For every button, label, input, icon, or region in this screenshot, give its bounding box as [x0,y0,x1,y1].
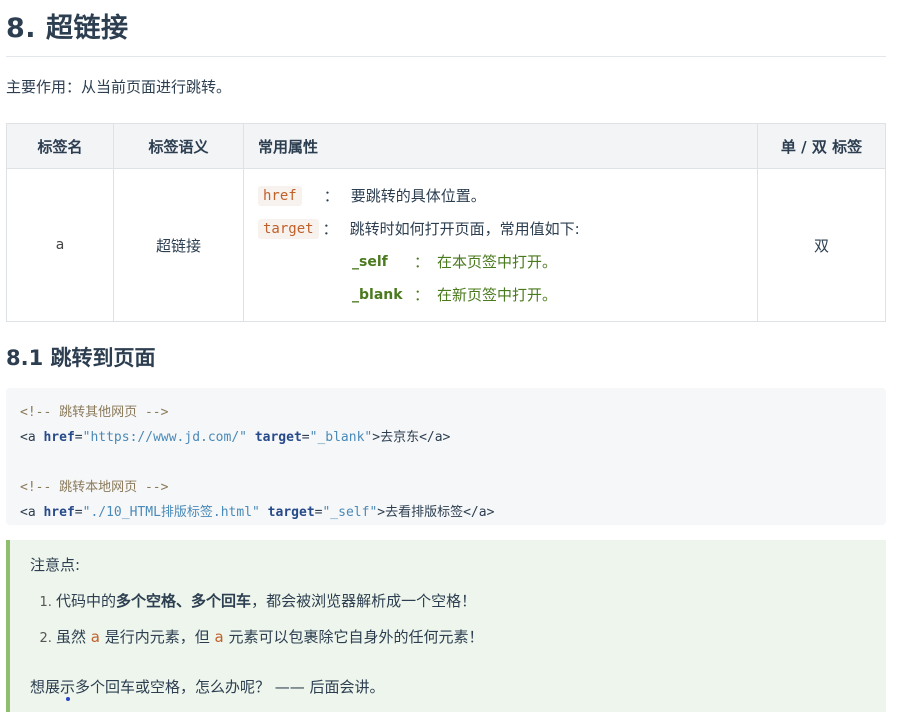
attr-self-line: _self ： 在本页签中打开。 [258,245,756,278]
cell-attributes: href ： 要跳转的具体位置。 target ： 跳转时如何打开页面，常用值如… [243,168,758,322]
note-text: 代码中的 [56,592,117,610]
page-title: 8. 超链接 [6,13,129,44]
attr-target-line: target ： 跳转时如何打开页面，常用值如下: [258,212,756,245]
code-attr-target: target [259,505,315,520]
list-item: 代码中的多个空格、多个回车，都会被浏览器解析成一个空格！ [56,586,484,622]
code-attr-target: target [247,430,302,445]
attr-href-line: href ： 要跳转的具体位置。 [258,179,756,212]
header-tag-name: 标签名 [6,123,114,169]
tag-table: 标签名 标签语义 常用属性 单 / 双 标签 a 超链接 href ： 要跳转的… [6,123,886,322]
attr-href-colon: ： [323,187,339,205]
blank-value-colon: ： [414,286,430,304]
cell-tag-name: a [6,168,114,322]
attr-blank-line: _blank ： 在新页签中打开。 [258,278,756,311]
code-token: >去京东</a> [372,430,451,445]
intro-text: 主要作用：从当前页面进行跳转。 [6,78,232,96]
code-token: = [301,430,310,445]
attr-target-colon: ： [322,220,338,238]
note-bold: 多个空格 [116,592,177,610]
code-attr-href: href [43,505,75,520]
cell-semantic: 超链接 [113,168,244,322]
note-footer: 想展示多个回车或空格，怎么办呢？ —— 后面会讲。 [30,678,385,696]
code-string: "./10_HTML排版标签.html" [82,505,260,520]
attr-href-code: href [258,185,302,206]
note-text: 元素可以包裹除它自身外的任何元素！ [223,628,484,646]
attr-target-code: target [258,218,319,239]
section-heading: 8.1 跳转到页面 [6,346,156,370]
code-string: "https://www.jd.com/" [82,430,247,445]
code-comment-1: <!-- 跳转其他网页 --> [20,405,169,420]
note-text: ，都会被浏览器解析成一个空格！ [251,592,477,610]
note-inline-code: a [214,628,224,646]
code-comment-2: <!-- 跳转本地网页 --> [20,480,169,495]
code-string: "_blank" [309,430,373,445]
list-item: 虽然 a 是行内元素，但 a 元素可以包裹除它自身外的任何元素！ [56,622,484,658]
code-token: <a [20,430,44,445]
header-attributes: 常用属性 [243,123,758,169]
code-token: <a [20,505,44,520]
note-title: 注意点: [30,556,81,574]
title-divider [6,56,886,57]
code-attr-href: href [43,430,75,445]
self-value-colon: ： [414,253,430,271]
header-tag-type: 单 / 双 标签 [757,123,886,169]
self-value-key: _self [352,253,388,270]
self-value-desc: 在本页签中打开。 [437,253,558,271]
code-token: = [74,430,83,445]
table-row: a 超链接 href ： 要跳转的具体位置。 target ： 跳转时如何打开页… [6,168,886,322]
code-block: <!-- 跳转其他网页 --> <a href="https://www.jd.… [6,388,886,525]
note-bold: 多个回车 [191,592,252,610]
blank-value-desc: 在新页签中打开。 [437,286,558,304]
note-inline-code: a [90,628,100,646]
note-text: 虽然 [56,628,91,646]
cell-tag-type: 双 [757,168,886,322]
code-string: "_self" [322,505,378,520]
note-bold: 、 [176,592,192,610]
note-text: 是行内元素，但 [99,628,215,646]
code-token: = [74,505,83,520]
table-header-row: 标签名 标签语义 常用属性 单 / 双 标签 [6,123,886,169]
cursor-dot [66,697,70,701]
note-list: 代码中的多个空格、多个回车，都会被浏览器解析成一个空格！ 虽然 a 是行内元素，… [30,586,484,658]
header-semantic: 标签语义 [113,123,244,169]
note-callout: 注意点: 代码中的多个空格、多个回车，都会被浏览器解析成一个空格！ 虽然 a 是… [6,540,886,712]
attr-target-desc: 跳转时如何打开页面，常用值如下: [349,220,580,238]
attr-href-desc: 要跳转的具体位置。 [350,187,486,205]
blank-value-key: _blank [352,286,403,303]
code-token: >去看排版标签</a> [377,505,495,520]
